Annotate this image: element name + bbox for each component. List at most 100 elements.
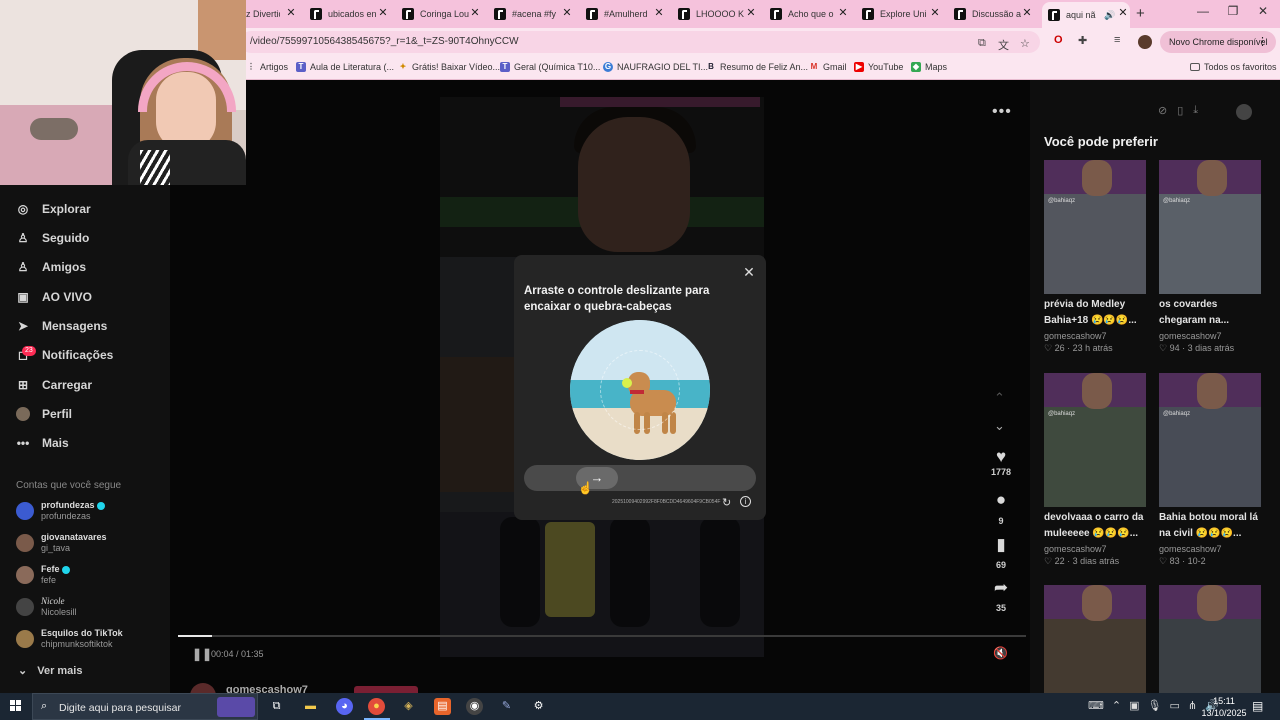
followed-account[interactable]: profundezas profundezas bbox=[16, 500, 105, 522]
bookmark[interactable]: T Geral (Química T10... bbox=[500, 62, 600, 72]
tab[interactable]: Discussão a ✕ bbox=[954, 4, 1034, 24]
display-icon[interactable]: ▭ bbox=[1169, 699, 1179, 712]
task-view-icon[interactable]: ⧉ bbox=[268, 698, 285, 715]
info-icon[interactable]: i bbox=[740, 496, 751, 507]
tab[interactable]: Coringa Lou ✕ bbox=[402, 4, 482, 24]
recommended-video[interactable]: @bahiaqz os covardes chegaram na... gome… bbox=[1159, 160, 1261, 354]
chrome-icon[interactable]: ● bbox=[368, 698, 385, 715]
file-explorer-icon[interactable]: ▬ bbox=[302, 698, 319, 715]
app-icon[interactable]: ◈ bbox=[400, 698, 417, 715]
save-button[interactable]: ▮ 69 bbox=[986, 535, 1016, 570]
keyboard-icon[interactable]: ⌨ bbox=[1088, 699, 1104, 712]
followed-account[interactable]: Esquilos do TikTok chipmunksoftiktok bbox=[16, 628, 123, 650]
notification-center-icon[interactable]: ▤ bbox=[1252, 699, 1263, 713]
follow-button[interactable] bbox=[354, 686, 418, 693]
profile-avatar[interactable] bbox=[1236, 104, 1252, 120]
recommended-video[interactable]: @bahiaqz Bahia botou moral lá na civil 😢… bbox=[1159, 373, 1261, 567]
sidebar-item-perfil[interactable]: Perfil bbox=[16, 407, 72, 421]
refresh-icon[interactable]: ↻ bbox=[722, 496, 731, 509]
download-icon[interactable]: ⤓ bbox=[1193, 104, 1198, 117]
volume-icon[interactable]: 🔇 bbox=[993, 646, 1008, 660]
bookmark[interactable]: ◆ Maps bbox=[911, 62, 947, 72]
pause-icon[interactable]: ❚❚ bbox=[192, 647, 212, 661]
progress-bar[interactable] bbox=[178, 635, 1026, 637]
settings-icon[interactable]: ⚙ bbox=[530, 698, 547, 715]
tab[interactable]: z Divertid ✕ bbox=[246, 4, 298, 24]
close-tab-icon[interactable]: ✕ bbox=[836, 6, 850, 19]
close-tab-icon[interactable]: ✕ bbox=[468, 6, 482, 19]
minimize-button[interactable]: — bbox=[1188, 4, 1218, 18]
media-icon[interactable]: ≡ bbox=[1114, 34, 1120, 46]
close-tab-icon[interactable]: ✕ bbox=[928, 6, 942, 19]
recommended-video[interactable]: @bahiaqz devolvaaa o carro da muleeeee 😢… bbox=[1044, 373, 1146, 567]
clock-date[interactable]: 13/10/2025 bbox=[1198, 708, 1250, 718]
chevron-up-icon[interactable]: ⌃ bbox=[1112, 699, 1121, 712]
translate-icon[interactable]: 文 bbox=[998, 37, 1009, 53]
close-tab-icon[interactable]: ✕ bbox=[744, 6, 758, 19]
recommended-video[interactable]: @bahiaqz prévia do Medley Bahia+18 😢😢😢..… bbox=[1044, 160, 1146, 354]
bookmark[interactable]: ⋮ Artigos bbox=[246, 62, 288, 72]
captcha-slider-track[interactable]: → bbox=[524, 465, 756, 491]
discord-icon[interactable]: ◕ bbox=[336, 698, 353, 715]
followed-account[interactable]: giovanatavares gi_tava bbox=[16, 532, 107, 554]
all-bookmarks[interactable]: Todos os favoritos bbox=[1190, 62, 1277, 72]
extension-opera-icon[interactable]: O bbox=[1054, 34, 1063, 46]
close-tab-icon[interactable]: ✕ bbox=[560, 6, 574, 19]
bookmark[interactable]: B Resumo de Feliz An... bbox=[706, 62, 808, 72]
author-name[interactable]: gomescashow7 bbox=[226, 684, 308, 693]
star-icon[interactable]: ☆ bbox=[1020, 37, 1030, 50]
sidebar-item-amigos[interactable]: ♙ Amigos bbox=[16, 260, 86, 274]
tab[interactable]: Acho que o ✕ bbox=[770, 4, 850, 24]
sidebar-item-mais[interactable]: ••• Mais bbox=[16, 436, 69, 450]
bookmark[interactable]: G NAUFRAGIO DEL TI... bbox=[603, 62, 708, 72]
sidebar-item-seguido[interactable]: ♙ Seguido bbox=[16, 231, 90, 245]
tab[interactable]: LHOOOO K ✕ bbox=[678, 4, 758, 24]
followed-account[interactable]: Nicole Nicolesill bbox=[16, 596, 77, 618]
network-icon[interactable]: ⋔ bbox=[1188, 699, 1197, 712]
chevron-up-icon[interactable]: ⌃ bbox=[994, 390, 1005, 406]
bookmark[interactable]: M Gmail bbox=[809, 62, 847, 72]
sidebar-item-ao-vivo[interactable]: ▣ AO VIVO bbox=[16, 290, 92, 304]
obs-icon[interactable]: ◉ bbox=[466, 698, 483, 715]
sidebar-item-mensagens[interactable]: ➤ Mensagens bbox=[16, 319, 107, 333]
close-tab-icon[interactable]: ✕ bbox=[284, 6, 298, 19]
share-button[interactable]: ➦ 35 bbox=[986, 578, 1016, 613]
comment-button[interactable]: ● 9 bbox=[986, 490, 1016, 526]
compass-icon[interactable]: ⊘ bbox=[1158, 104, 1167, 117]
speaker-icon[interactable]: 🔊 bbox=[1104, 10, 1115, 21]
office-icon[interactable]: ▤ bbox=[434, 698, 451, 715]
app-icon[interactable]: ✎ bbox=[498, 698, 515, 715]
close-tab-icon[interactable]: ✕ bbox=[376, 6, 390, 19]
kebab-menu-icon[interactable]: ⋮ bbox=[1257, 35, 1268, 48]
bookmark[interactable]: T Aula de Literatura (... bbox=[296, 62, 394, 72]
maximize-button[interactable]: ❐ bbox=[1218, 4, 1248, 18]
app-tray-icon[interactable]: ▣ bbox=[1129, 699, 1139, 712]
tab-active[interactable]: aqui nã 🔊 ✕ bbox=[1042, 2, 1130, 28]
clock-time[interactable]: 15:11 bbox=[1204, 696, 1244, 706]
close-tab-icon[interactable]: ✕ bbox=[1020, 6, 1034, 19]
recommended-video[interactable] bbox=[1159, 585, 1261, 693]
chevron-down-icon[interactable]: ⌄ bbox=[994, 418, 1005, 434]
more-options-icon[interactable]: ••• bbox=[992, 103, 1012, 121]
close-icon[interactable]: ✕ bbox=[742, 264, 756, 281]
tv-icon[interactable]: ▯ bbox=[1177, 104, 1183, 117]
tab[interactable]: #acena #fy ✕ bbox=[494, 4, 574, 24]
taskbar-search[interactable]: ⌕ Digite aqui para pesquisar bbox=[32, 693, 258, 720]
bookmark[interactable]: ✦ Grátis! Baixar Vídeo... bbox=[398, 62, 500, 72]
sidebar-item-carregar[interactable]: ⊞ Carregar bbox=[16, 378, 92, 392]
see-more-link[interactable]: ⌄ Ver mais bbox=[18, 664, 82, 677]
followed-account[interactable]: Fefe fefe bbox=[16, 564, 70, 586]
puzzle-icon[interactable]: ✚ bbox=[1078, 34, 1087, 47]
close-tab-icon[interactable]: ✕ bbox=[652, 6, 666, 19]
tab[interactable]: ubicados en ✕ bbox=[310, 4, 390, 24]
profile-avatar[interactable] bbox=[1138, 35, 1152, 49]
cast-icon[interactable]: ⧉ bbox=[978, 37, 986, 50]
like-button[interactable]: ♥ 1778 bbox=[986, 447, 1016, 477]
sidebar-item-explorar[interactable]: ◎ Explorar bbox=[16, 202, 91, 216]
new-tab-button[interactable]: + bbox=[1136, 5, 1145, 22]
recommended-video[interactable] bbox=[1044, 585, 1146, 693]
tab[interactable]: #Amulherd ✕ bbox=[586, 4, 666, 24]
address-bar[interactable]: /video/7559971056438545675?_r=1&_t=ZS-90… bbox=[240, 31, 1040, 53]
windows-start-icon[interactable] bbox=[10, 700, 22, 712]
close-window-button[interactable]: ✕ bbox=[1248, 4, 1278, 18]
